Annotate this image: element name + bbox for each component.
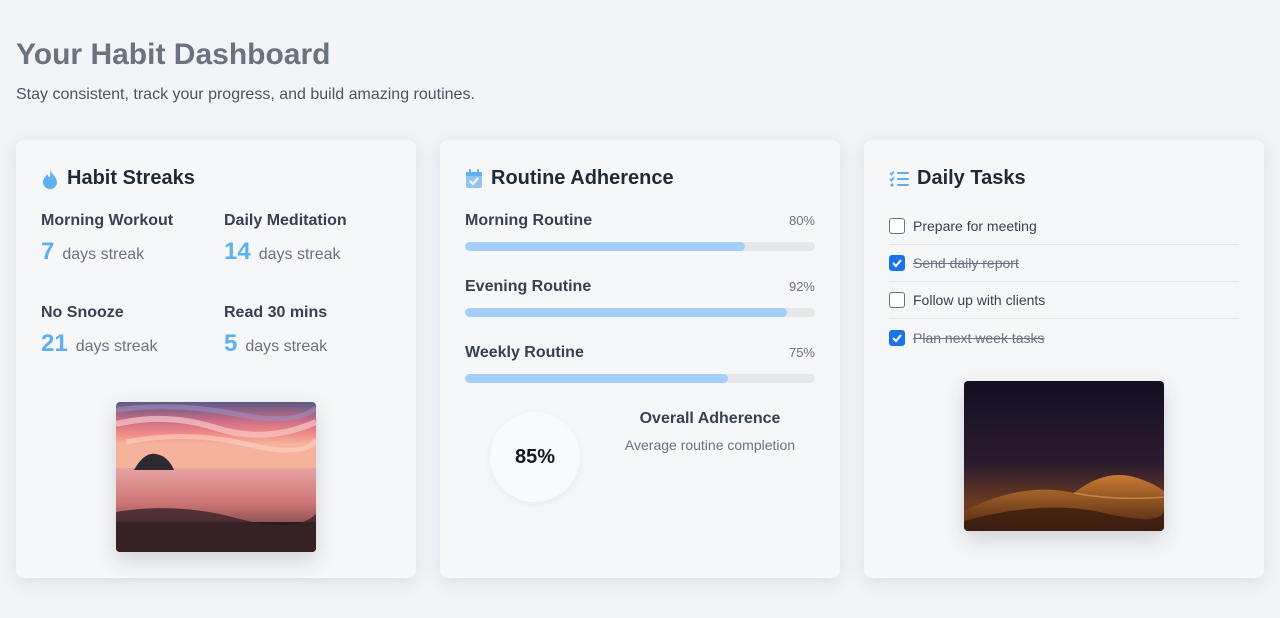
task-label: Follow up with clients — [913, 292, 1046, 308]
daily-tasks-header: Daily Tasks — [889, 167, 1026, 190]
streak-item: No Snooze 21 days streak — [41, 304, 211, 358]
routine-name: Morning Routine — [465, 212, 593, 229]
task-checkbox[interactable] — [889, 292, 905, 308]
streak-name: No Snooze — [41, 304, 124, 321]
task-checkbox[interactable] — [889, 255, 905, 271]
habit-streaks-card: Habit Streaks Morning Workout 7 days str… — [16, 140, 416, 578]
streak-item: Daily Meditation 14 days streak — [224, 212, 394, 266]
streak-unit: days streak — [75, 338, 158, 355]
task-label: Send daily report — [913, 255, 1019, 271]
sunset-beach-photo — [116, 402, 316, 552]
progress-track — [465, 374, 815, 383]
daily-tasks-card: Daily Tasks Prepare for meeting Send dai… — [864, 140, 1264, 578]
streak-count: 21 — [41, 330, 68, 357]
routine-percent: 92% — [788, 279, 815, 294]
progress-fill — [465, 242, 745, 251]
streak-unit: days streak — [258, 246, 341, 263]
routine-adherence-title: Routine Adherence — [491, 167, 674, 189]
streak-name: Daily Meditation — [224, 212, 347, 229]
task-item: Follow up with clients — [889, 282, 1239, 319]
desert-dunes-night-photo — [964, 381, 1164, 531]
progress-track — [465, 308, 815, 317]
routine-percent: 75% — [788, 345, 815, 360]
page-title: Your Habit Dashboard — [16, 38, 331, 71]
progress-fill — [465, 374, 728, 383]
streak-count: 14 — [224, 238, 251, 265]
task-checkbox[interactable] — [889, 218, 905, 234]
routine-name: Weekly Routine — [465, 344, 584, 361]
routine-percent: 80% — [788, 213, 815, 228]
flame-icon — [41, 168, 59, 190]
task-label: Plan next week tasks — [913, 329, 1045, 346]
habit-streaks-header: Habit Streaks — [41, 167, 195, 190]
streak-item: Read 30 mins 5 days streak — [224, 304, 394, 358]
streak-unit: days streak — [62, 246, 145, 263]
overall-adherence-subtitle: Average routine completion — [624, 437, 796, 453]
progress-track — [465, 242, 815, 251]
streak-item: Morning Workout 7 days streak — [41, 212, 211, 266]
streak-name: Morning Workout — [41, 212, 174, 229]
habit-streaks-title: Habit Streaks — [67, 167, 195, 189]
calendar-check-icon — [465, 168, 483, 190]
routine-name: Evening Routine — [465, 278, 592, 295]
page-subtitle: Stay consistent, track your progress, an… — [16, 86, 475, 103]
routine-adherence-card: Routine Adherence Morning Routine 80% Ev… — [440, 140, 840, 578]
routine-item: Weekly Routine 75% — [465, 344, 815, 383]
routine-item: Evening Routine 92% — [465, 278, 815, 317]
task-checkbox[interactable] — [889, 329, 905, 346]
streak-count: 7 — [41, 238, 55, 265]
task-item: Plan next week tasks — [889, 319, 1239, 356]
overall-adherence-title: Overall Adherence — [639, 410, 781, 427]
overall-adherence-circle: 85% — [490, 412, 580, 502]
checklist-icon — [889, 168, 909, 190]
progress-fill — [465, 308, 787, 317]
task-label: Prepare for meeting — [913, 218, 1037, 234]
daily-tasks-title: Daily Tasks — [917, 167, 1026, 189]
streak-name: Read 30 mins — [224, 304, 328, 321]
task-list: Prepare for meeting Send daily report Fo… — [889, 208, 1239, 356]
task-item: Send daily report — [889, 245, 1239, 282]
routine-item: Morning Routine 80% — [465, 212, 815, 251]
task-item: Prepare for meeting — [889, 208, 1239, 245]
routine-adherence-header: Routine Adherence — [465, 167, 674, 190]
streak-count: 5 — [224, 330, 238, 357]
streak-unit: days streak — [245, 338, 328, 355]
